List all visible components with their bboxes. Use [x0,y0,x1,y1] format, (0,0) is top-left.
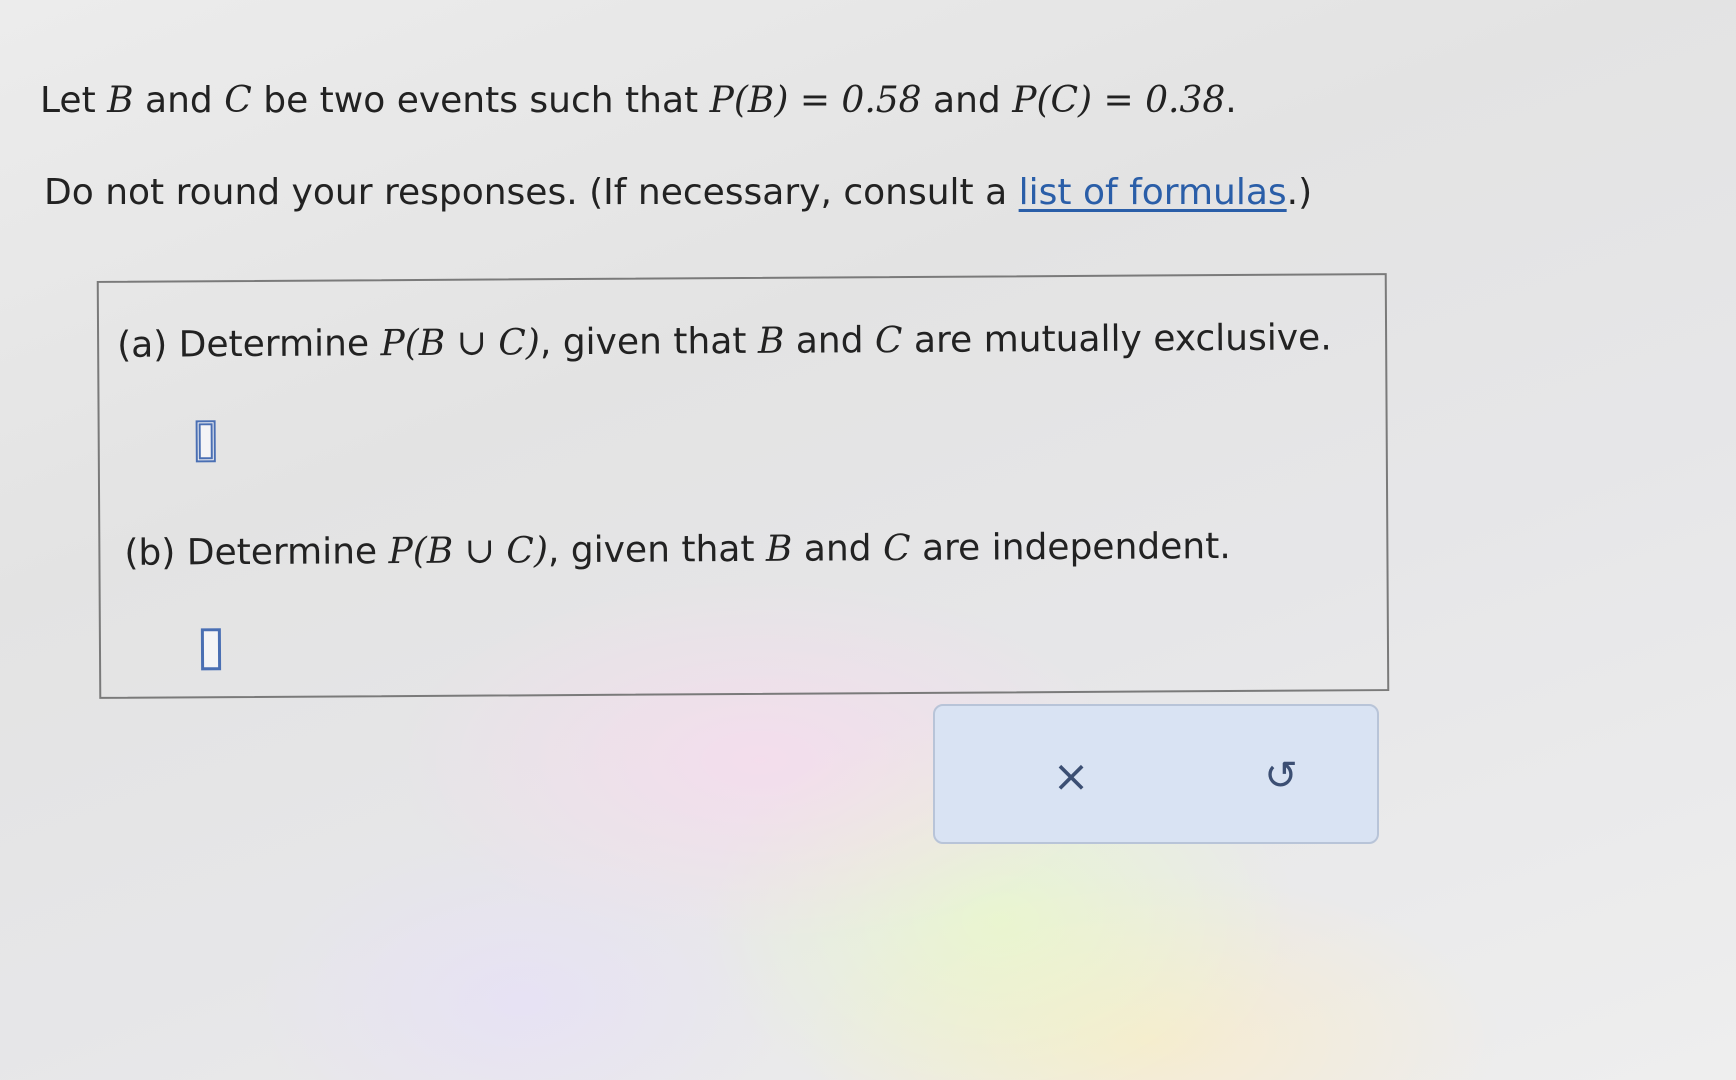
part-a-and: and [784,320,876,362]
part-a-text: , given that [539,320,759,364]
question-box: (a) Determine P(B ∪ C), given that B and… [96,273,1390,699]
part-b-label: (b) Determine [124,531,389,574]
part-a-event-c: C [874,320,903,362]
intro-and: and [133,80,225,121]
undo-icon: ↺ [1264,753,1298,799]
intro-and-2: and [921,80,1013,121]
part-b-expression: P(B ∪ C) [388,530,549,573]
close-icon: × [1052,750,1090,802]
problem-statement: Let B and C be two events such that P(B)… [40,80,1237,121]
part-b-text: , given that [547,528,767,572]
event-b: B [107,80,134,121]
probability-b: P(B) = 0.58 [709,80,922,121]
answer-input-a[interactable] [195,420,216,463]
part-a-expression: P(B ∪ C) [380,322,540,365]
part-a-end: are mutually exclusive. [902,317,1332,362]
intro-prefix: Let [40,80,108,121]
part-b-event-c: C [882,527,911,570]
intro-middle: be two events such that [251,80,710,121]
instructions-suffix: .) [1286,172,1313,213]
formula-list-link[interactable]: list of formulas [1019,172,1287,213]
clear-button[interactable]: × [1031,736,1111,816]
event-c: C [224,80,252,121]
instructions: Do not round your responses. (If necessa… [44,172,1312,213]
part-b-and: and [792,528,884,570]
part-b-question: (b) Determine P(B ∪ C), given that B and… [124,526,1231,574]
part-a-event-b: B [757,320,785,362]
intro-period: . [1225,80,1237,121]
part-a-label: (a) Determine [117,323,381,366]
undo-button[interactable]: ↺ [1241,736,1321,816]
part-a-question: (a) Determine P(B ∪ C), given that B and… [117,317,1332,365]
action-panel: × ↺ [933,704,1379,844]
part-b-end: are independent. [910,526,1231,569]
probability-c: P(C) = 0.38 [1012,80,1226,121]
instructions-text: Do not round your responses. (If necessa… [44,172,1019,213]
part-b-event-b: B [765,528,793,570]
answer-input-b[interactable] [200,628,222,671]
